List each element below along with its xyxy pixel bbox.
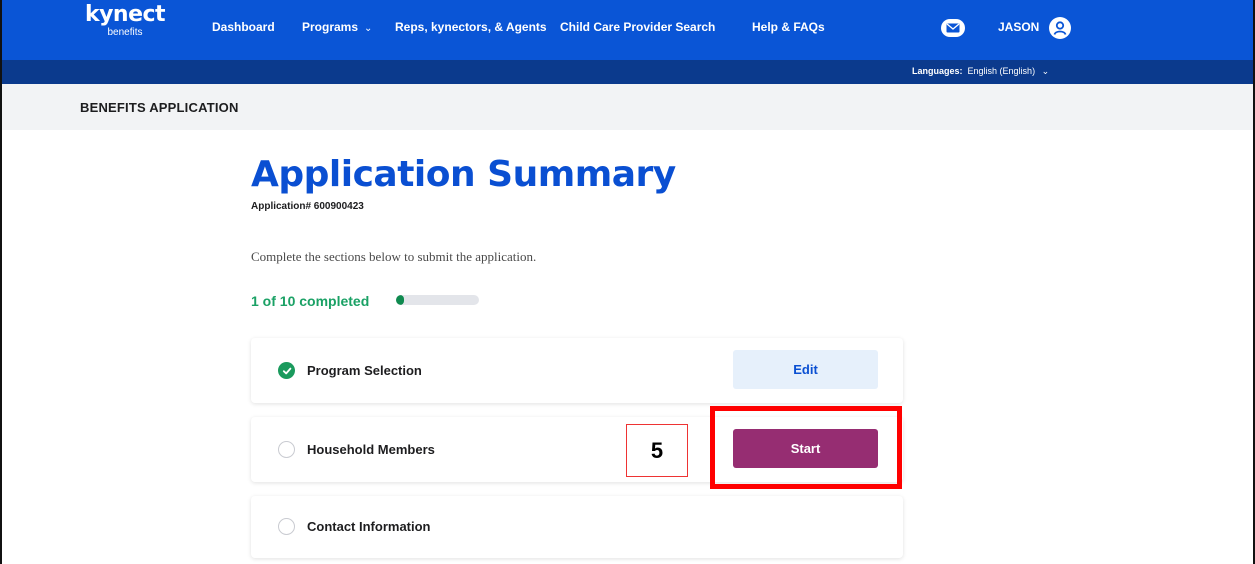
application-number: Application# 600900423	[251, 201, 364, 212]
step-number-callout: 5	[626, 424, 688, 477]
nav-reps-kynectors-agents[interactable]: Reps, kynectors, & Agents	[395, 20, 547, 34]
section-label: Contact Information	[307, 519, 431, 534]
top-navigation: kynect benefits Dashboard Programs ⌄ Reps…	[2, 0, 1253, 60]
section-card-program-selection: Program Selection Edit	[251, 338, 903, 403]
logo-brand: kynect	[84, 2, 166, 27]
empty-circle-icon	[278, 441, 295, 458]
progress-bar-fill	[396, 295, 405, 305]
section-label: Program Selection	[307, 363, 422, 378]
person-icon	[1053, 21, 1067, 35]
page-title: Application Summary	[251, 154, 676, 195]
frame-left-border	[0, 0, 2, 564]
instruction-text: Complete the sections below to submit th…	[251, 249, 537, 264]
nav-programs[interactable]: Programs ⌄	[302, 20, 372, 34]
page-header: BENEFITS APPLICATION	[2, 84, 1253, 130]
chevron-down-icon: ⌄	[1041, 66, 1050, 76]
envelope-icon	[946, 23, 960, 33]
section-card-contact-information: Contact Information	[251, 496, 903, 558]
empty-circle-icon	[278, 518, 295, 535]
user-name[interactable]: JASON	[998, 20, 1039, 34]
language-bar: Languages: English (English) ⌄	[2, 60, 1253, 84]
logo-subtitle: benefits	[107, 27, 143, 38]
language-label: Languages:	[912, 66, 963, 76]
nav-dashboard[interactable]: Dashboard	[212, 20, 275, 34]
language-value: English (English)	[967, 66, 1036, 76]
user-avatar-icon[interactable]	[1049, 17, 1071, 39]
language-selector[interactable]: Languages: English (English) ⌄	[912, 66, 1049, 77]
highlight-box	[710, 406, 902, 489]
nav-programs-label: Programs	[302, 20, 359, 34]
nav-help-faqs[interactable]: Help & FAQs	[752, 20, 825, 34]
page-header-title: BENEFITS APPLICATION	[80, 100, 239, 115]
section-label: Household Members	[307, 442, 435, 457]
check-circle-icon	[278, 362, 295, 379]
mail-icon[interactable]	[941, 19, 965, 37]
chevron-down-icon: ⌄	[364, 23, 373, 34]
progress-label: 1 of 10 completed	[251, 293, 370, 309]
checkmark-icon	[282, 367, 291, 374]
nav-child-care-provider-search[interactable]: Child Care Provider Search	[560, 20, 715, 34]
kynect-logo[interactable]: kynect benefits	[82, 4, 168, 39]
edit-program-selection-button[interactable]: Edit	[733, 350, 878, 389]
progress-bar	[396, 295, 479, 305]
